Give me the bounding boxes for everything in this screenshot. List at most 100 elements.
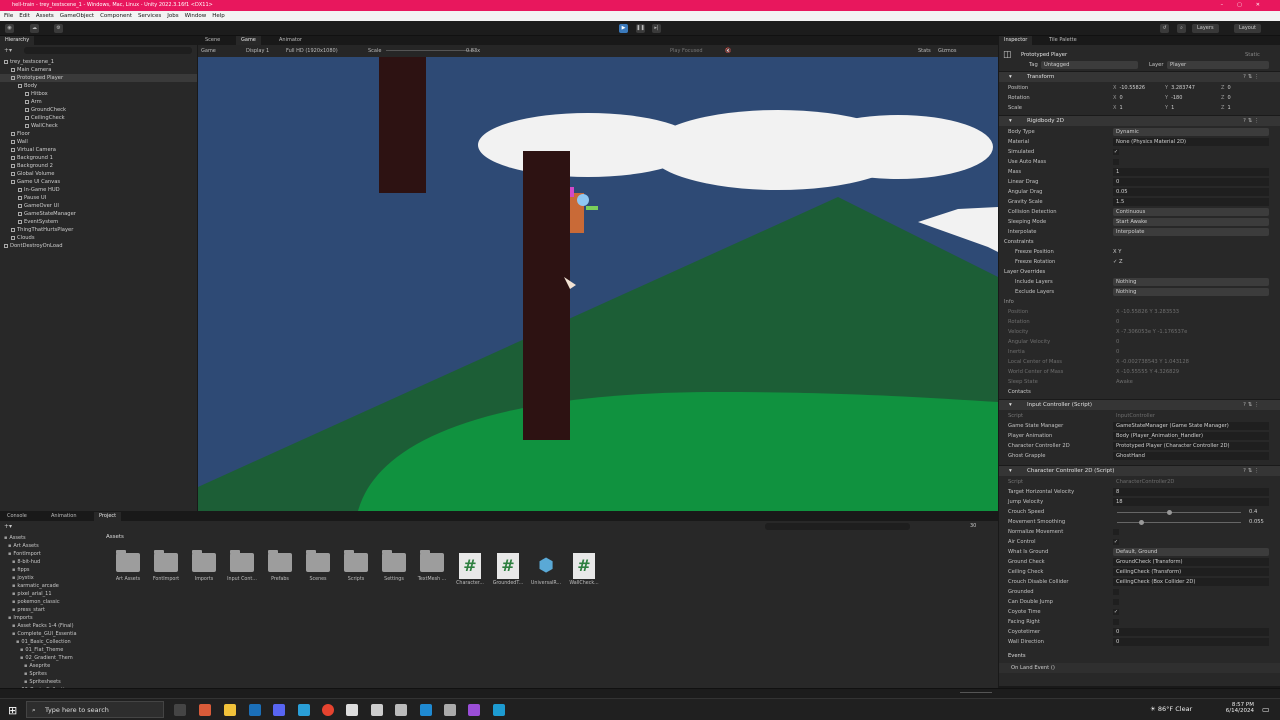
freeze-position-checkboxes[interactable]: X Y [1113,247,1121,257]
tab-tile-palette[interactable]: Tile Palette [1044,36,1082,45]
project-tree-item[interactable]: ▪ joystix [12,574,112,582]
display-dropdown[interactable]: Display 1 [246,45,269,57]
object-name-field[interactable]: Prototyped Player [1021,50,1067,60]
slider-track[interactable] [1117,522,1241,523]
transform-position-y-field[interactable]: Y 3.283747 [1165,84,1213,92]
unity-hub-icon[interactable] [346,704,358,716]
hierarchy-item[interactable]: Background 2 [0,162,197,170]
menu-help[interactable]: Help [212,13,225,19]
unity-app-icon[interactable] [444,704,456,716]
menu-component[interactable]: Component [100,13,132,19]
project-tree-item[interactable]: ▪ fipps [12,566,112,574]
hierarchy-item[interactable]: CeilingCheck [0,114,197,122]
account-icon[interactable]: ◉ [5,24,14,33]
project-tree-item[interactable]: ▪ Spritesheets [24,678,124,686]
property-value[interactable]: Dynamic [1113,128,1269,136]
include-layers-dropdown[interactable]: Nothing [1113,278,1269,286]
hierarchy-item[interactable]: EventSystem [0,218,197,226]
component-menu-icon[interactable]: ? ⇅ ⋮ [1243,466,1260,477]
property-value[interactable]: Default, Ground [1113,548,1269,556]
slider-value[interactable]: 0.4 [1249,507,1257,517]
window-controls[interactable]: –▢✕ [1221,0,1274,11]
property-value[interactable]: CharacterController2D [1113,478,1269,486]
hierarchy-item[interactable]: GameStateManager [0,210,197,218]
project-tree-item[interactable]: ▪ Complete_GUI_Essentia [12,630,112,638]
asset-item[interactable]: Imports [187,550,221,582]
project-search-input[interactable] [765,523,910,530]
property-value[interactable]: 18 [1113,498,1269,506]
property-value[interactable]: CeilingCheck (Box Collider 2D) [1113,578,1269,586]
hierarchy-item[interactable]: Game UI Canvas [0,178,197,186]
history-icon[interactable]: ↺ [1160,24,1169,33]
checkbox[interactable] [1113,159,1119,165]
property-value[interactable]: 0 [1113,638,1269,646]
scale-slider[interactable] [386,50,476,51]
app-icon[interactable] [199,704,211,716]
tab-scene[interactable]: Scene [200,36,225,45]
game-viewport[interactable] [198,57,998,511]
property-value[interactable]: Interpolate [1113,228,1269,236]
project-tree-item[interactable]: ▪ 01_Flat_Theme [20,646,120,654]
component-menu-icon[interactable]: ? ⇅ ⋮ [1243,72,1260,83]
project-tree-item[interactable]: ▪ Sprites [24,670,124,678]
hierarchy-item[interactable]: Floor [0,130,197,138]
notification-icon[interactable]: ▭ [1262,705,1270,714]
asset-item[interactable]: Scenes [301,550,335,582]
project-tree-item[interactable]: ▪ Art Assets [8,542,108,550]
hierarchy-item[interactable]: WallCheck [0,122,197,130]
property-value[interactable]: 1.5 [1113,198,1269,206]
hierarchy-item[interactable]: GameOver UI [0,202,197,210]
project-tree-item[interactable]: ▪ Asset Packs 1-4 (Final) [12,622,112,630]
play-focused-dropdown[interactable]: Play Focused [670,45,703,57]
transform-rotation-x-field[interactable]: X0 [1113,94,1161,102]
property-value[interactable]: 8 [1113,488,1269,496]
checkbox[interactable]: ✓ [1113,149,1119,155]
menu-window[interactable]: Window [185,13,207,19]
tab-animator[interactable]: Animator [274,36,307,45]
checkbox[interactable] [1113,599,1119,605]
project-tree-item[interactable]: ▪ Aseprite [24,662,124,670]
unity-icon[interactable] [371,704,383,716]
hierarchy-item[interactable]: Pause UI [0,194,197,202]
add-icon[interactable]: +▾ [4,47,12,54]
checkbox[interactable] [1113,619,1119,625]
asset-item[interactable]: # Character... [453,553,487,586]
app-icon[interactable] [493,704,505,716]
hierarchy-item[interactable]: Wall [0,138,197,146]
property-value[interactable]: GameStateManager (Game State Manager) [1113,422,1269,430]
resolution-dropdown[interactable]: Full HD (1920x1080) [286,45,338,57]
transform-rotation-y-field[interactable]: Y -180 [1165,94,1213,102]
icon-size-slider[interactable] [960,692,992,693]
windows-start-icon[interactable]: ⊞ [8,704,17,717]
layer-overrides-foldout[interactable]: Layer Overrides [999,267,1280,277]
hierarchy-item[interactable]: GroundCheck [0,106,197,114]
settings-icon[interactable]: ⚙ [54,24,63,33]
project-tree-item[interactable]: ▪ press_start [12,606,112,614]
component-header[interactable]: ▾ Transform ? ⇅ ⋮ [999,71,1280,82]
hierarchy-item[interactable]: Virtual Camera [0,146,197,154]
component-menu-icon[interactable]: ? ⇅ ⋮ [1243,400,1260,411]
transform-scale-z-field[interactable]: Z1 [1221,104,1269,112]
transform-position-x-field[interactable]: X -10.55826 [1113,84,1161,92]
task-view-icon[interactable] [174,704,186,716]
checkbox[interactable] [1113,529,1119,535]
gizmos-button[interactable]: Gizmos [938,45,956,57]
search-icon[interactable]: ⌕ [1177,24,1186,33]
transform-rotation-z-field[interactable]: Z0 [1221,94,1269,102]
menu-edit[interactable]: Edit [19,13,30,19]
unity-editor-icon[interactable] [395,704,407,716]
hierarchy-item[interactable]: Main Camera [0,66,197,74]
checkbox[interactable]: ✓ [1113,539,1119,545]
asset-item[interactable]: TextMesh ... [415,550,449,582]
tab-animation[interactable]: Animation [46,512,82,521]
pause-button[interactable]: ❚❚ [636,24,645,33]
property-value[interactable]: CeilingCheck (Transform) [1113,568,1269,576]
project-tree-item[interactable]: ▪ karmatic_arcade [12,582,112,590]
asset-item[interactable]: Art Assets [111,550,145,582]
property-value[interactable]: Start Awake [1113,218,1269,226]
property-value[interactable]: 0.05 [1113,188,1269,196]
hierarchy-item[interactable]: Clouds [0,234,197,242]
hierarchy-item[interactable]: ThingThatHurtsPlayer [0,226,197,234]
transform-scale-x-field[interactable]: X1 [1113,104,1161,112]
hierarchy-search-input[interactable] [24,47,192,54]
